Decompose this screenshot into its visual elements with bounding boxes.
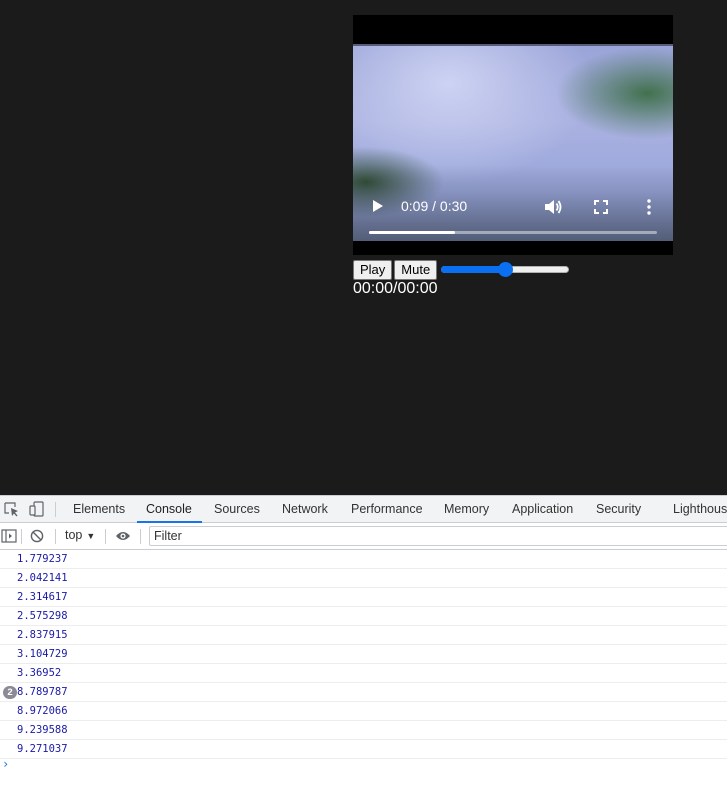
- live-expression-button[interactable]: [115, 528, 131, 544]
- log-value: 3.36952: [17, 667, 62, 679]
- custom-controls: Play Mute: [353, 260, 570, 280]
- console-output: 1.779237 2.042141 2.314617 2.575298 2.83…: [0, 550, 727, 789]
- more-vert-icon: [647, 199, 651, 215]
- console-toolbar: top ▼: [0, 523, 727, 550]
- volume-slider-thumb[interactable]: [498, 262, 514, 277]
- video-play-button[interactable]: [367, 196, 387, 216]
- toolbar-divider: [21, 529, 22, 544]
- console-message: 2.042141: [0, 569, 727, 588]
- context-selector[interactable]: top ▼: [65, 528, 95, 542]
- inspect-icon: [3, 501, 18, 516]
- log-value: 2.575298: [17, 610, 68, 622]
- inspect-element-button[interactable]: [3, 501, 19, 517]
- log-value: 2.042141: [17, 572, 68, 584]
- time-display: 00:00/00:00: [353, 280, 438, 297]
- video-volume-button[interactable]: [541, 196, 565, 218]
- console-message: 3.36952: [0, 664, 727, 683]
- sidebar-toggle-button[interactable]: [1, 528, 17, 544]
- tab-sources[interactable]: Sources: [214, 496, 260, 522]
- context-selector-label: top: [65, 528, 83, 542]
- tab-security[interactable]: Security: [596, 496, 641, 522]
- play-icon: [373, 200, 383, 212]
- tab-performance[interactable]: Performance: [351, 496, 423, 522]
- device-icon: [28, 501, 44, 517]
- console-message: 2.575298: [0, 607, 727, 626]
- console-message: 9.239588: [0, 721, 727, 740]
- play-button[interactable]: Play: [353, 260, 393, 280]
- console-prompt[interactable]: ›: [2, 757, 9, 771]
- tab-lighthouse[interactable]: Lighthouse: [673, 496, 727, 522]
- mute-button[interactable]: Mute: [394, 260, 438, 280]
- log-value: 3.104729: [17, 648, 68, 660]
- video-player[interactable]: 0:09 / 0:30: [353, 15, 673, 255]
- video-fullscreen-button[interactable]: [590, 196, 612, 218]
- console-filter-input[interactable]: [149, 526, 727, 546]
- console-message: 8.972066: [0, 702, 727, 721]
- log-value: 2.837915: [17, 629, 68, 641]
- video-time-label: 0:09 / 0:30: [401, 198, 468, 214]
- tab-network[interactable]: Network: [282, 496, 328, 522]
- sidebar-icon: [1, 529, 17, 543]
- clear-console-button[interactable]: [29, 528, 45, 544]
- toolbar-divider: [55, 529, 56, 544]
- volume-icon: [545, 200, 562, 214]
- toolbar-divider: [105, 529, 106, 544]
- console-message: 9.271037: [0, 740, 727, 759]
- video-progress-fill: [369, 231, 456, 234]
- log-value: 8.789787: [17, 686, 68, 698]
- device-toolbar-button[interactable]: [28, 501, 44, 517]
- tab-console[interactable]: Console: [137, 496, 202, 523]
- repeat-count-badge: 2: [3, 686, 17, 699]
- log-value: 9.271037: [17, 743, 68, 755]
- console-message: 3.104729: [0, 645, 727, 664]
- fullscreen-icon: [594, 200, 608, 214]
- log-value: 8.972066: [17, 705, 68, 717]
- devtools-panel: Elements Console Sources Network Perform…: [0, 495, 727, 789]
- page-viewport: 0:09 / 0:30 Play Mute 00:00/00:00: [0, 0, 727, 495]
- toolbar-divider: [55, 502, 56, 517]
- eye-icon: [116, 532, 130, 540]
- video-progress-bar[interactable]: [369, 231, 657, 234]
- tab-elements[interactable]: Elements: [73, 496, 125, 522]
- log-value: 2.314617: [17, 591, 68, 603]
- console-message: 2.314617: [0, 588, 727, 607]
- console-message: 1.779237: [0, 550, 727, 569]
- tab-memory[interactable]: Memory: [444, 496, 489, 522]
- dropdown-arrow-icon: ▼: [86, 531, 96, 541]
- log-value: 9.239588: [17, 724, 68, 736]
- volume-slider[interactable]: [441, 262, 570, 278]
- tab-application[interactable]: Application: [512, 496, 573, 522]
- console-message: 2.837915: [0, 626, 727, 645]
- video-more-options-button[interactable]: [638, 196, 660, 218]
- devtools-tabbar: Elements Console Sources Network Perform…: [0, 496, 727, 523]
- log-value: 1.779237: [17, 553, 68, 565]
- toolbar-divider: [140, 529, 141, 544]
- video-frame-edge: [353, 44, 673, 46]
- console-message: 2 8.789787: [0, 683, 727, 702]
- volume-slider-fill: [441, 266, 506, 273]
- clear-icon: [30, 529, 44, 543]
